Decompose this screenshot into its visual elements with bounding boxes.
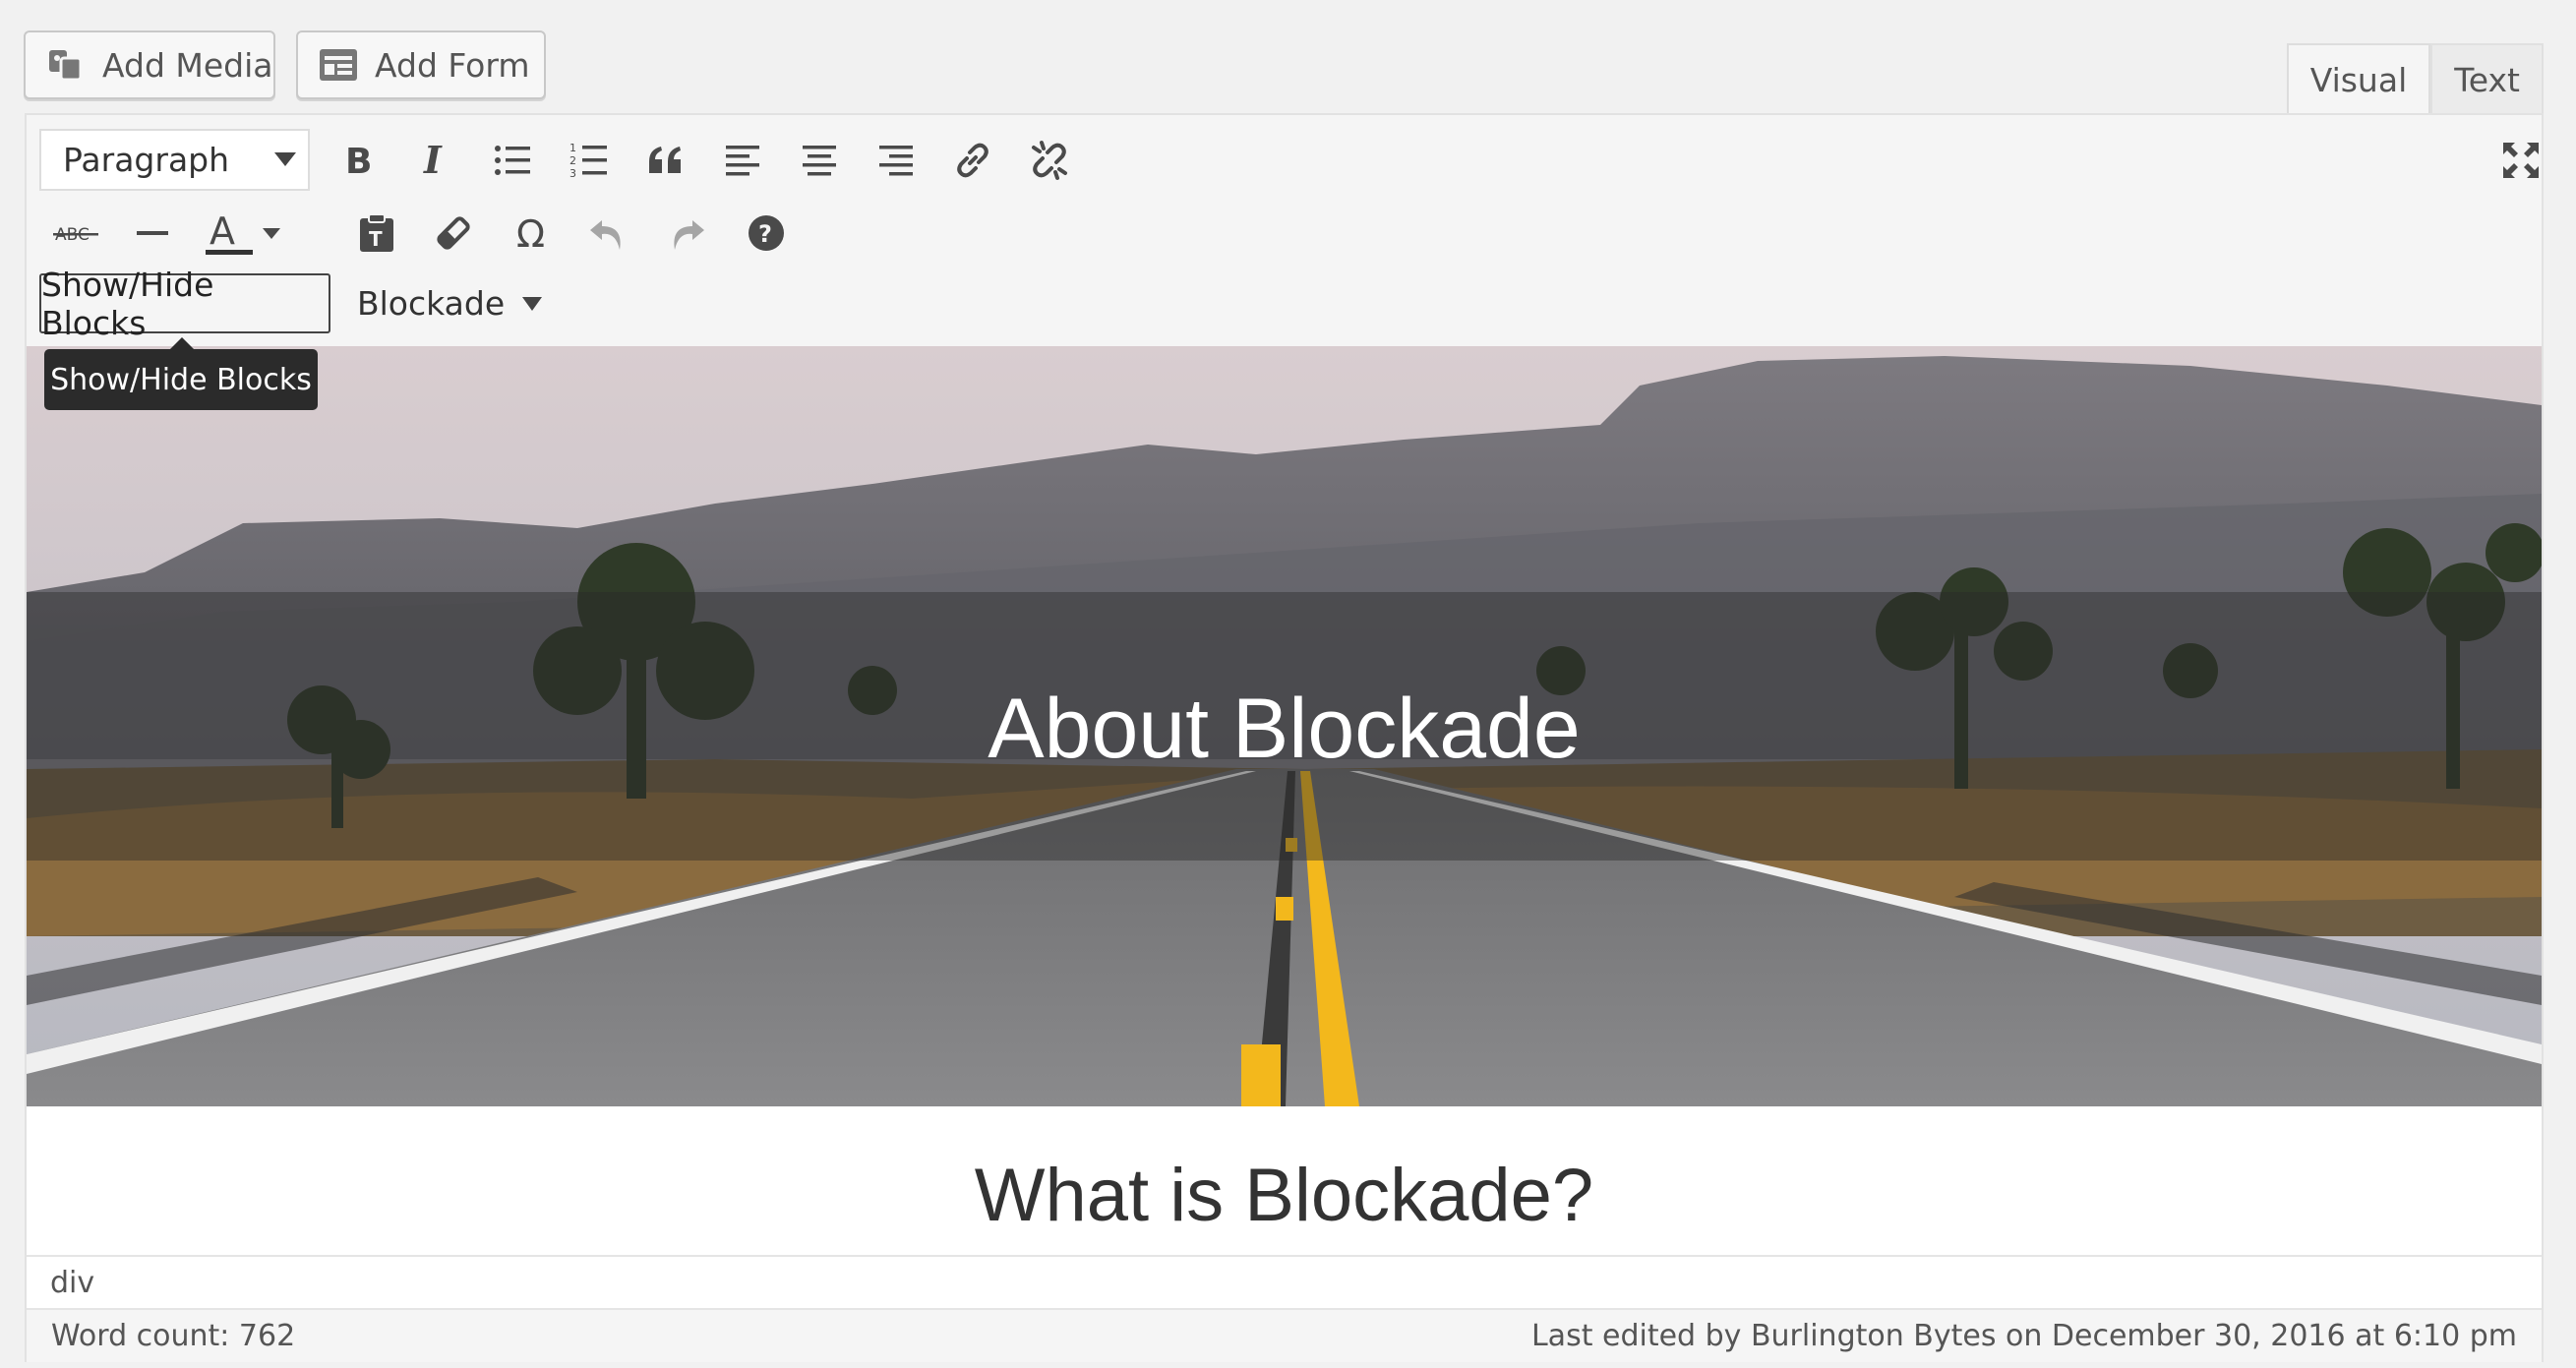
bold-icon: B: [345, 142, 372, 180]
chevron-down-icon: [274, 152, 296, 166]
strikethrough-icon: ABC: [53, 225, 98, 245]
paste-as-text-button[interactable]: T: [349, 206, 404, 261]
fullscreen-button[interactable]: [2493, 133, 2548, 188]
editor-frame: Paragraph B I 123 ABC A T Ω ? Show/Hide …: [25, 113, 2544, 1362]
fullscreen-icon: [2503, 143, 2539, 178]
svg-text:Ω: Ω: [516, 213, 545, 253]
editor-topbar: Add Media Add Form Visual Text: [0, 0, 2576, 115]
align-center-icon: [803, 146, 836, 176]
align-center-button[interactable]: [792, 133, 847, 188]
element-path-bar: div: [27, 1255, 2542, 1308]
element-path[interactable]: div: [50, 1266, 94, 1300]
chevron-down-icon: [522, 296, 543, 311]
last-edited: Last edited by Burlington Bytes on Decem…: [1530, 1319, 2517, 1353]
tooltip: Show/Hide Blocks: [44, 337, 318, 410]
svg-text:1: 1: [569, 142, 576, 154]
svg-text:2: 2: [569, 154, 576, 167]
blockquote-icon: [649, 147, 681, 173]
text-color-icon: A: [206, 209, 280, 255]
hero-banner: About Blockade: [27, 346, 2542, 1106]
tab-visual[interactable]: Visual: [2286, 43, 2431, 115]
add-form-button[interactable]: Add Form: [296, 30, 546, 99]
remove-link-button[interactable]: [1022, 133, 1077, 188]
blockquote-button[interactable]: [638, 133, 693, 188]
align-right-button[interactable]: [869, 133, 924, 188]
svg-text:3: 3: [569, 167, 576, 179]
format-select[interactable]: Paragraph: [39, 129, 310, 191]
word-count: Word count: 762: [51, 1319, 296, 1353]
align-right-icon: [879, 146, 913, 176]
redo-icon: [674, 220, 704, 250]
insert-link-icon: [957, 143, 988, 178]
form-icon: [320, 49, 357, 81]
italic-icon: I: [423, 141, 443, 180]
blockade-menu-label: Blockade: [357, 284, 506, 323]
text-color-button[interactable]: A: [200, 202, 282, 265]
tab-text[interactable]: Text: [2430, 43, 2544, 115]
add-media-label: Add Media: [102, 45, 273, 85]
horizontal-line-button[interactable]: [125, 206, 180, 261]
blockade-menu-button[interactable]: Blockade: [357, 273, 543, 333]
special-character-button[interactable]: Ω: [506, 206, 561, 261]
show-hide-blocks-button[interactable]: Show/Hide Blocks: [39, 266, 330, 342]
clear-formatting-button[interactable]: [426, 206, 481, 261]
horizontal-line-icon: [137, 231, 168, 235]
numbered-list-icon: 123: [569, 142, 607, 179]
undo-icon: [590, 220, 621, 250]
text-color-glyph: A: [210, 209, 235, 253]
svg-text:I: I: [423, 141, 443, 180]
clear-formatting-icon: [437, 216, 470, 250]
bulleted-list-button[interactable]: [485, 133, 540, 188]
align-left-button[interactable]: [715, 133, 770, 188]
strikethrough-button[interactable]: ABC: [46, 206, 105, 261]
editor-tabs: Visual Text: [2286, 43, 2544, 115]
editor-toolbar: Paragraph B I 123 ABC A T Ω ? Show/Hide …: [27, 115, 2542, 346]
insert-link-button[interactable]: [945, 133, 1000, 188]
redo-button[interactable]: [658, 206, 713, 261]
help-icon: ?: [749, 215, 784, 251]
align-left-icon: [726, 146, 759, 176]
undo-button[interactable]: [581, 206, 636, 261]
editor-status-bar: Word count: 762 Last edited by Burlingto…: [27, 1308, 2542, 1362]
editor-content[interactable]: About Blockade What is Blockade?: [27, 346, 2542, 1255]
remove-link-icon: [1032, 141, 1067, 180]
paste-as-text-icon: T: [360, 213, 393, 252]
special-character-icon: Ω: [516, 213, 545, 253]
svg-text:?: ?: [758, 220, 772, 248]
svg-text:B: B: [345, 142, 372, 180]
media-icon: [49, 50, 83, 82]
svg-text:T: T: [369, 227, 383, 251]
numbered-list-button[interactable]: 123: [562, 133, 617, 188]
format-select-value: Paragraph: [63, 141, 230, 179]
hero-title: About Blockade: [988, 682, 1581, 776]
add-media-button[interactable]: Add Media: [24, 30, 275, 99]
italic-button[interactable]: I: [408, 133, 463, 188]
content-heading: What is Blockade?: [974, 1154, 1594, 1237]
add-form-label: Add Form: [375, 45, 530, 85]
help-button[interactable]: ?: [739, 206, 794, 261]
bulleted-list-icon: [495, 146, 530, 175]
bold-button[interactable]: B: [331, 133, 387, 188]
